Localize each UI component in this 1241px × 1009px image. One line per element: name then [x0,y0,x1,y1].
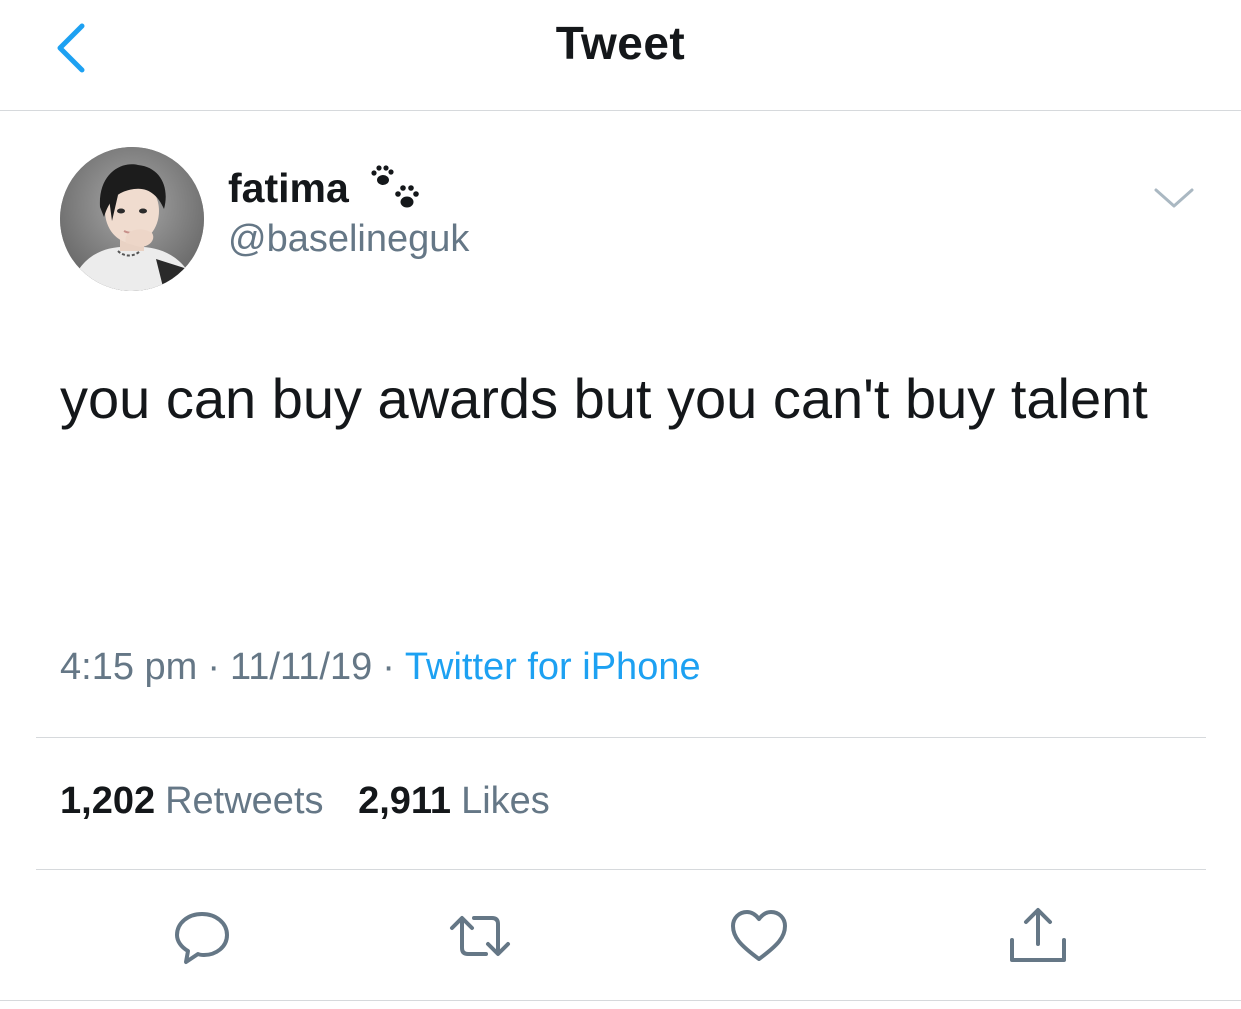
tweet-meta: 4:15 pm · 11/11/19 · Twitter for iPhone [60,646,701,689]
meta-separator: · [207,646,220,688]
like-button[interactable] [727,904,791,968]
display-name: fatima [228,164,349,211]
author-handle[interactable]: @baselineguk [228,218,469,261]
divider [36,737,1206,738]
retweets-stat[interactable]: 1,202 Retweets [60,780,324,823]
retweets-count: 1,202 [60,780,156,822]
reply-icon [175,912,229,964]
author-name-row[interactable]: fatima [228,160,423,216]
likes-label: Likes [461,780,550,822]
divider [0,1000,1241,1001]
share-icon [1010,908,1066,962]
tweet-time: 4:15 pm [60,646,198,688]
tweet-text: you can buy awards but you can't buy tal… [60,367,1148,430]
avatar[interactable] [60,147,204,291]
avatar-photo [60,147,204,291]
likes-count: 2,911 [358,780,452,822]
tweet-stats: 1,202 Retweets 2,911 Likes [60,780,574,823]
retweet-icon [450,916,510,956]
share-button[interactable] [1006,904,1070,968]
tweet-menu-button[interactable] [1150,180,1198,216]
nav-bar: Tweet [0,0,1241,111]
divider [36,869,1206,870]
tweet-date: 11/11/19 [229,646,373,688]
tweet-detail-screen: Tweet fatima @baselineguk you can buy aw… [0,0,1241,1009]
tweet-source-link[interactable]: Twitter for iPhone [405,646,701,688]
page-title: Tweet [555,17,686,69]
meta-separator: · [382,646,395,688]
retweet-button[interactable] [448,904,512,968]
paw-prints-icon [365,160,423,216]
retweets-label: Retweets [165,780,324,822]
chevron-down-icon [1154,188,1194,208]
heart-icon [731,910,787,961]
likes-stat[interactable]: 2,911 Likes [358,780,550,823]
reply-button[interactable] [170,904,234,968]
